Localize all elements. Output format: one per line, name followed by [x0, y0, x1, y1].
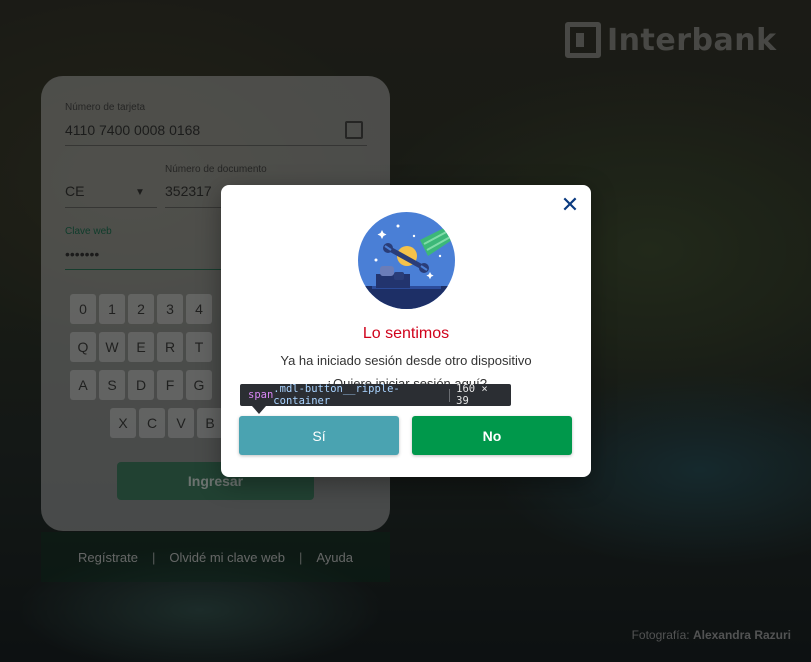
tooltip-divider [449, 388, 451, 402]
tooltip-class: .mdl-button__ripple-container [273, 383, 400, 407]
wrench-repair-illustration [358, 212, 455, 309]
tooltip-tag: span [248, 389, 274, 401]
tooltip-size: 160 × 39 [456, 383, 488, 407]
session-conflict-dialog: ✕ Lo sentimos Ya ha iniciado sesión desd… [221, 185, 591, 477]
devtools-inspect-tooltip: span .mdl-button__ripple-container 160 ×… [240, 383, 511, 407]
dialog-title: Lo sentimos [362, 325, 450, 342]
no-button[interactable]: No [412, 416, 572, 455]
yes-button[interactable]: Sí [239, 416, 399, 455]
dialog-message: Ya ha iniciado sesión desde otro disposi… [280, 353, 532, 368]
close-icon[interactable]: ✕ [560, 194, 580, 216]
tooltip-arrow [252, 406, 266, 414]
